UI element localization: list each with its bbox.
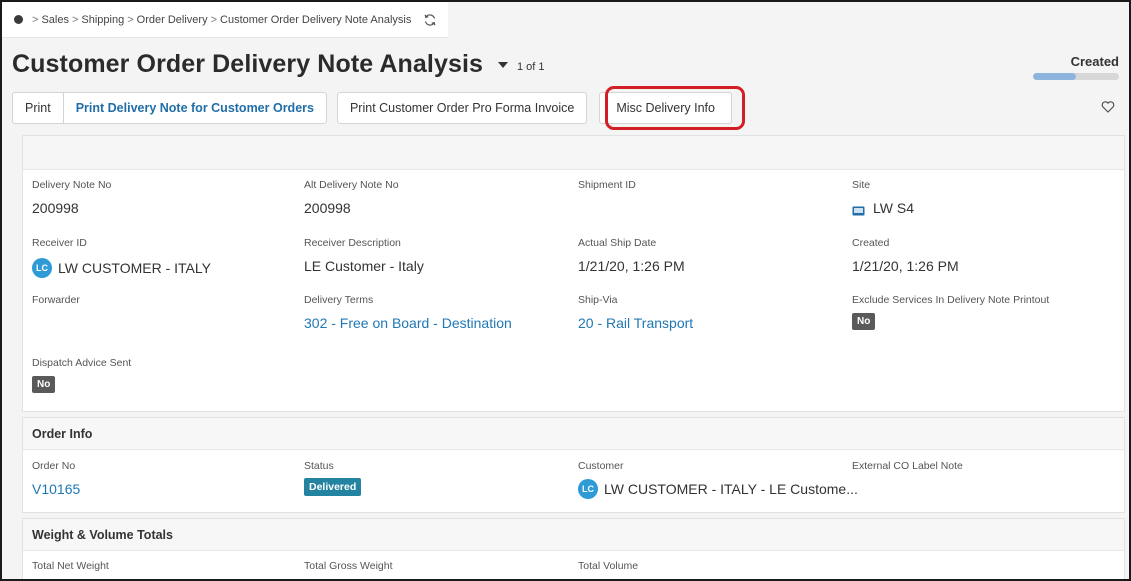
field-forwarder: Forwarder <box>32 294 80 306</box>
field-status: Status Delivered <box>304 460 362 496</box>
field-ship-via: Ship-Via 20 - Rail Transport <box>578 294 694 331</box>
weight-volume-title: Weight & Volume Totals <box>23 519 1124 551</box>
field-total-volume: Total Volume <box>578 560 639 572</box>
receiver-id-value[interactable]: LW CUSTOMER - ITALY <box>58 260 211 276</box>
breadcrumb-item-order-delivery[interactable]: Order Delivery <box>137 14 208 26</box>
field-exclude-services: Exclude Services In Delivery Note Printo… <box>852 294 1049 330</box>
order-info-title: Order Info <box>23 418 1124 450</box>
order-no-link[interactable]: V10165 <box>32 481 80 497</box>
breadcrumb-separator: > <box>127 13 134 26</box>
print-pro-forma-invoice-button[interactable]: Print Customer Order Pro Forma Invoice <box>336 92 588 124</box>
dispatch-advice-badge: No <box>32 376 56 393</box>
field-receiver-id: Receiver ID LC LW CUSTOMER - ITALY <box>32 237 211 278</box>
refresh-icon[interactable] <box>423 13 437 27</box>
customer-value[interactable]: LW CUSTOMER - ITALY - LE Custome... <box>604 481 858 497</box>
avatar: LC <box>578 479 598 499</box>
breadcrumb-separator: > <box>32 13 39 26</box>
record-count: 1 of 1 <box>517 61 545 73</box>
state-progress-bar <box>1033 73 1119 80</box>
state-indicator: Created <box>999 54 1119 80</box>
state-label: Created <box>1070 54 1119 69</box>
breadcrumb: > Sales > Shipping > Order Delivery > Cu… <box>2 2 448 38</box>
card-header-strip <box>23 136 1124 170</box>
field-external-co-label-note: External CO Label Note <box>852 460 963 472</box>
delivery-note-details-card: Delivery Note No 200998 Alt Delivery Not… <box>22 135 1125 412</box>
field-receiver-description: Receiver Description LE Customer - Italy <box>304 237 424 274</box>
field-shipment-id: Shipment ID <box>578 179 636 191</box>
breadcrumb-separator: > <box>71 13 79 26</box>
site-icon <box>852 203 865 216</box>
state-progress-fill <box>1033 73 1076 80</box>
breadcrumb-item-shipping[interactable]: Shipping <box>81 14 124 26</box>
delivery-terms-link[interactable]: 302 - Free on Board - Destination <box>304 315 512 331</box>
field-dispatch-advice-sent: Dispatch Advice Sent No <box>32 357 131 393</box>
field-created: Created 1/21/20, 1:26 PM <box>852 237 959 274</box>
field-total-net-weight: Total Net Weight <box>32 560 109 572</box>
ship-via-link[interactable]: 20 - Rail Transport <box>578 315 693 331</box>
site-value[interactable]: LW S4 <box>873 200 914 216</box>
field-customer: Customer LC LW CUSTOMER - ITALY - LE Cus… <box>578 460 858 499</box>
breadcrumb-item-current: Customer Order Delivery Note Analysis <box>220 13 412 26</box>
field-actual-ship-date: Actual Ship Date 1/21/20, 1:26 PM <box>578 237 685 274</box>
page-title: Customer Order Delivery Note Analysis <box>12 50 483 78</box>
field-delivery-terms: Delivery Terms 302 - Free on Board - Des… <box>304 294 512 331</box>
print-delivery-note-button[interactable]: Print Delivery Note for Customer Orders <box>63 92 327 124</box>
print-button[interactable]: Print <box>12 92 64 124</box>
page-header: Customer Order Delivery Note Analysis 1 … <box>12 50 1119 80</box>
field-delivery-note-no: Delivery Note No 200998 <box>32 179 112 216</box>
home-dot-icon[interactable] <box>14 15 23 24</box>
weight-volume-card: Weight & Volume Totals Total Net Weight … <box>22 518 1125 579</box>
field-alt-delivery-note-no: Alt Delivery Note No 200998 <box>304 179 399 216</box>
caret-down-icon[interactable] <box>497 57 509 68</box>
exclude-services-badge: No <box>852 313 876 330</box>
avatar: LC <box>32 258 52 278</box>
status-badge: Delivered <box>304 478 362 496</box>
breadcrumb-item-sales[interactable]: Sales <box>41 14 69 26</box>
field-order-no: Order No V10165 <box>32 460 81 497</box>
highlight-annotation <box>605 86 745 130</box>
field-site: Site LW S4 <box>852 179 914 216</box>
breadcrumb-separator: > <box>210 13 218 26</box>
field-total-gross-weight: Total Gross Weight <box>304 560 393 572</box>
heart-icon[interactable] <box>1101 100 1115 114</box>
app-frame: > Sales > Shipping > Order Delivery > Cu… <box>0 0 1131 581</box>
order-info-card: Order Info Order No V10165 Status Delive… <box>22 417 1125 513</box>
